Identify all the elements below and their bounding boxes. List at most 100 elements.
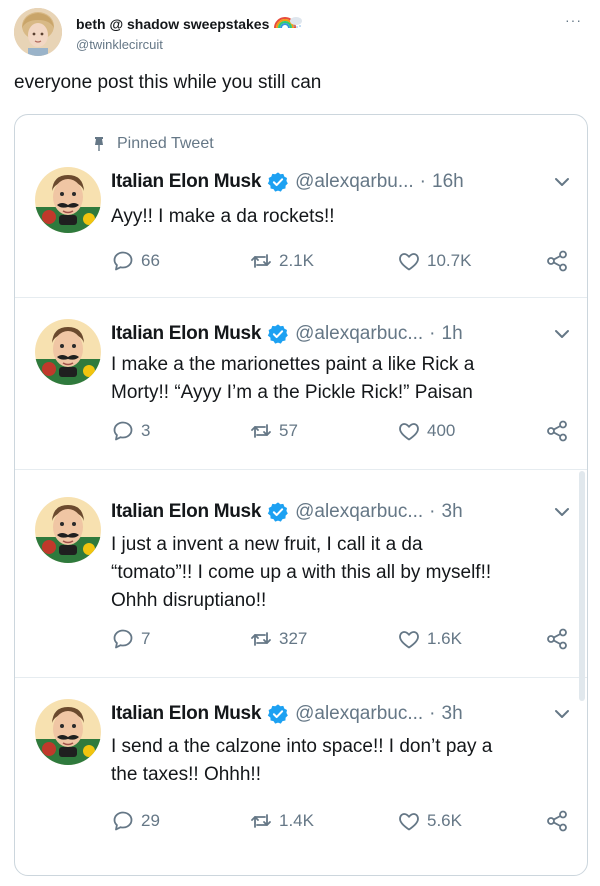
verified-icon (267, 171, 289, 193)
avatar[interactable] (35, 319, 101, 385)
tweet-time[interactable]: 3h (442, 501, 463, 523)
retweet-count: 1.4K (279, 811, 314, 830)
tweet-item[interactable]: Italian Elon Musk @alexqarbuc... · 3h I … (15, 677, 587, 875)
share-button[interactable] (545, 419, 569, 443)
author-name[interactable]: Italian Elon Musk (111, 323, 261, 345)
reply-button[interactable]: 66 (111, 249, 160, 273)
like-icon (397, 809, 421, 833)
retweet-count: 327 (279, 629, 308, 648)
retweet-icon (249, 419, 273, 443)
share-button[interactable] (545, 627, 569, 651)
like-button[interactable]: 400 (397, 419, 455, 443)
retweet-icon (249, 249, 273, 273)
tweet-text-line: I make a the marionettes paint a like Ri… (111, 354, 475, 375)
tweet-text-line: Morty!! “Ayyy I’m a the Pickle Rick!” Pa… (111, 382, 473, 403)
tweet-text: I send a the calzone into space!! I don’… (111, 733, 561, 789)
author-name[interactable]: Italian Elon Musk (111, 171, 261, 193)
like-icon (397, 419, 421, 443)
retweet-button[interactable]: 57 (249, 419, 298, 443)
separator-dot: · (429, 501, 436, 522)
author-name[interactable]: Italian Elon Musk (111, 703, 261, 725)
retweet-button[interactable]: 1.4K (249, 809, 314, 833)
more-options-button[interactable]: ··· (565, 12, 582, 28)
pin-icon (95, 137, 103, 151)
tweet-time[interactable]: 16h (432, 171, 464, 193)
reply-icon (111, 809, 135, 833)
tweet-actions: 29 1.4K 5.6K (111, 809, 581, 835)
reply-count: 29 (141, 811, 160, 830)
chevron-down-icon[interactable] (553, 325, 571, 343)
like-icon (397, 627, 421, 651)
scrollbar[interactable] (579, 471, 585, 701)
author-handle[interactable]: @alexqarbu... (295, 171, 414, 193)
like-count: 5.6K (427, 811, 462, 830)
outer-tweet-text: everyone post this while you still can (14, 72, 322, 93)
retweet-icon (249, 627, 273, 651)
avatar[interactable] (14, 8, 62, 56)
like-button[interactable]: 10.7K (397, 249, 471, 273)
separator-dot: · (429, 703, 436, 724)
separator-dot: · (419, 171, 426, 192)
author-name[interactable]: Italian Elon Musk (111, 501, 261, 523)
retweet-count: 2.1K (279, 251, 314, 270)
reply-button[interactable]: 7 (111, 627, 150, 651)
share-button[interactable] (545, 809, 569, 833)
share-button[interactable] (545, 249, 569, 273)
outer-handle[interactable]: @twinklecircuit (76, 37, 303, 52)
like-count: 1.6K (427, 629, 462, 648)
chevron-down-icon[interactable] (553, 173, 571, 191)
author-handle[interactable]: @alexqarbuc... (295, 703, 423, 725)
tweet-item[interactable]: Italian Elon Musk @alexqarbuc... · 3h I … (15, 469, 587, 678)
tweet-time[interactable]: 3h (442, 703, 463, 725)
retweet-count: 57 (279, 421, 298, 440)
tweet-text: Ayy!! I make a da rockets!! (111, 203, 561, 231)
tweet-text-line: the taxes!! Ohhh!! (111, 764, 261, 785)
reply-icon (111, 249, 135, 273)
author-handle[interactable]: @alexqarbuc... (295, 501, 423, 523)
pinned-tweet-text: Pinned Tweet (117, 135, 214, 152)
tweet-text-line: I send a the calzone into space!! I don’… (111, 736, 493, 757)
reply-button[interactable]: 3 (111, 419, 150, 443)
rainbow-cloud-icon (273, 14, 303, 33)
display-name-text: beth @ shadow sweepstakes (76, 15, 270, 32)
share-icon (545, 809, 569, 833)
tweet-meta: Italian Elon Musk @alexqarbuc... · 3h (111, 703, 463, 725)
retweet-button[interactable]: 327 (249, 627, 307, 651)
share-icon (545, 419, 569, 443)
reply-count: 66 (141, 251, 160, 270)
outer-display-name[interactable]: beth @ shadow sweepstakes (76, 14, 303, 33)
tweet-text-line: I just a invent a new fruit, I call it a… (111, 534, 423, 555)
like-count: 400 (427, 421, 456, 440)
tweet-time[interactable]: 1h (442, 323, 463, 345)
verified-icon (267, 501, 289, 523)
reply-count: 7 (141, 629, 151, 648)
tweet-meta: Italian Elon Musk @alexqarbuc... · 3h (111, 501, 463, 523)
avatar[interactable] (35, 167, 101, 233)
like-count: 10.7K (427, 251, 472, 270)
share-icon (545, 249, 569, 273)
tweet-text-line: Ayy!! I make a da rockets!! (111, 206, 335, 227)
tweet-meta: Italian Elon Musk @alexqarbuc... · 1h (111, 323, 463, 345)
tweet-text: I just a invent a new fruit, I call it a… (111, 531, 561, 615)
separator-dot: · (429, 323, 436, 344)
chevron-down-icon[interactable] (553, 705, 571, 723)
reply-icon (111, 419, 135, 443)
tweet-meta: Italian Elon Musk @alexqarbu... · 16h (111, 171, 464, 193)
reply-button[interactable]: 29 (111, 809, 160, 833)
tweet-text: I make a the marionettes paint a like Ri… (111, 351, 561, 407)
tweet-actions: 3 57 400 (111, 419, 581, 445)
tweet-actions: 7 327 1.6K (111, 627, 581, 653)
like-button[interactable]: 1.6K (397, 627, 462, 651)
tweet-text-line: Ohhh disruptiano!! (111, 590, 267, 611)
chevron-down-icon[interactable] (553, 503, 571, 521)
avatar[interactable] (35, 497, 101, 563)
tweet-item[interactable]: Pinned Tweet Italian Elon Musk @alexqarb… (15, 115, 587, 298)
quoted-screenshot-card: Pinned Tweet Italian Elon Musk @alexqarb… (14, 114, 588, 876)
avatar[interactable] (35, 699, 101, 765)
retweet-button[interactable]: 2.1K (249, 249, 314, 273)
like-button[interactable]: 5.6K (397, 809, 462, 833)
reply-count: 3 (141, 421, 151, 440)
author-handle[interactable]: @alexqarbuc... (295, 323, 423, 345)
tweet-item[interactable]: Italian Elon Musk @alexqarbuc... · 1h I … (15, 297, 587, 470)
like-icon (397, 249, 421, 273)
